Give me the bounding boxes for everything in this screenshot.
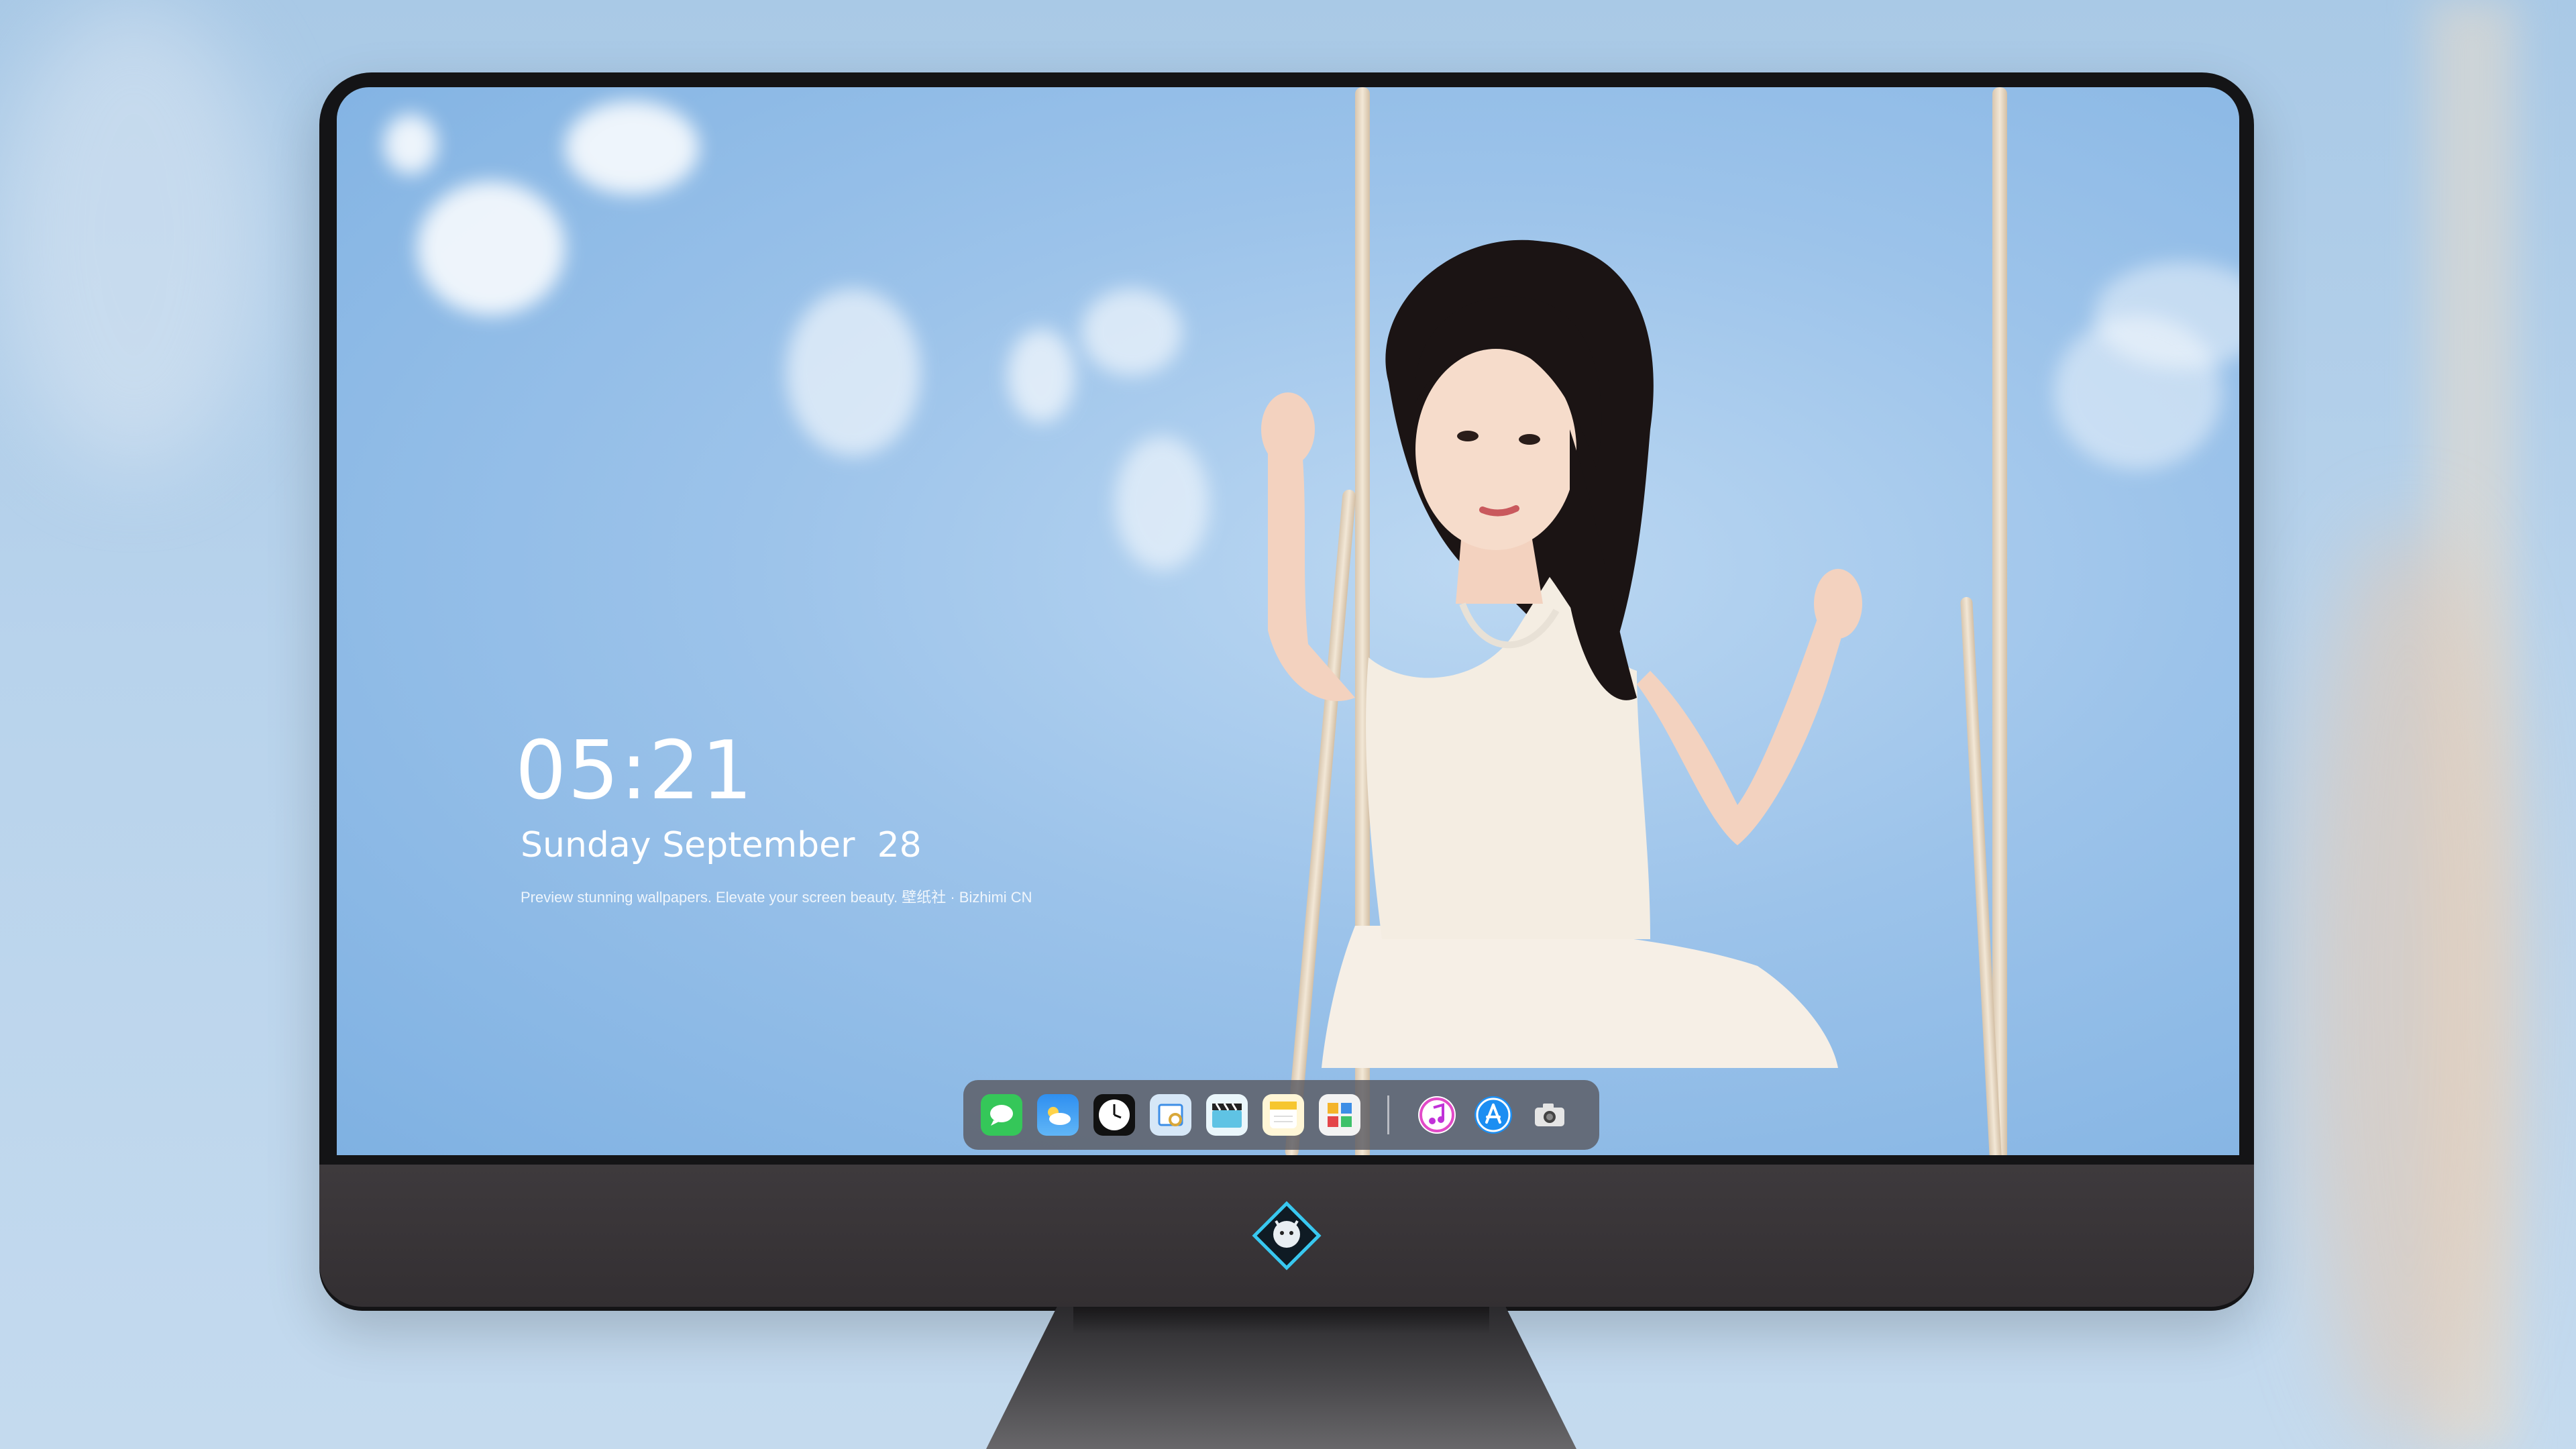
background-figure-blur xyxy=(2301,523,2516,1449)
brand-logo-icon xyxy=(1252,1201,1322,1271)
lock-clock: 05:21 xyxy=(515,724,754,818)
dock xyxy=(963,1080,1599,1150)
app-store-icon[interactable] xyxy=(1472,1094,1514,1136)
photos-icon[interactable] xyxy=(1319,1094,1360,1136)
cloud xyxy=(786,288,920,456)
messages-icon[interactable] xyxy=(981,1094,1022,1136)
lock-tagline: Preview stunning wallpapers. Elevate you… xyxy=(521,889,1032,906)
music-icon[interactable] xyxy=(1416,1094,1458,1136)
lock-screen: 05:21 Sunday September 28 Preview stunni… xyxy=(337,87,2239,1155)
weather-icon[interactable] xyxy=(1037,1094,1079,1136)
clock-icon[interactable] xyxy=(1093,1094,1135,1136)
background-blur xyxy=(0,0,268,470)
cloud xyxy=(565,101,699,195)
camera-icon[interactable] xyxy=(1529,1094,1570,1136)
dock-separator xyxy=(1387,1095,1389,1134)
lock-date: Sunday September 28 xyxy=(521,825,922,865)
cloud xyxy=(1008,329,1075,423)
cloud xyxy=(417,181,565,315)
wallpaper-figure xyxy=(1261,239,1862,1068)
notes-icon[interactable] xyxy=(1263,1094,1304,1136)
cloud xyxy=(384,114,437,174)
clapper-icon[interactable] xyxy=(1206,1094,1248,1136)
preview-icon[interactable] xyxy=(1150,1094,1191,1136)
stand-shadow xyxy=(1073,1307,1489,1334)
